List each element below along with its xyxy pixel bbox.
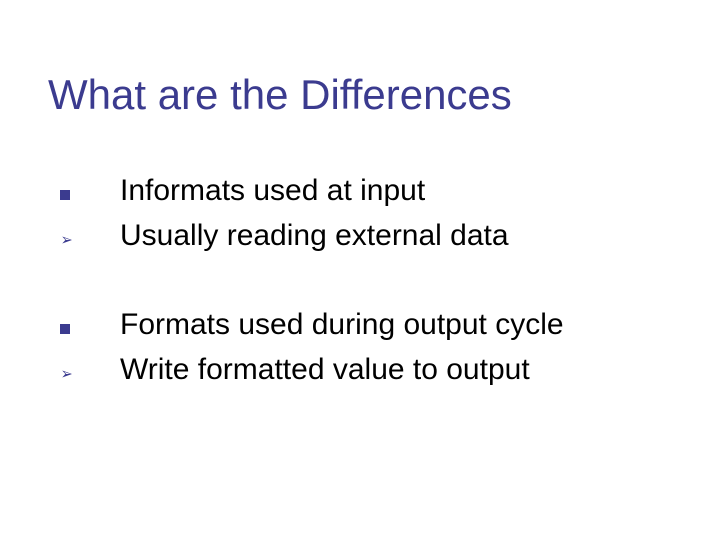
subbullet-row: ➢ Write formatted value to output — [60, 347, 660, 392]
subbullet-text: Usually reading external data — [120, 213, 660, 258]
bullet-text: Formats used during output cycle — [120, 302, 660, 347]
bullet-row: Formats used during output cycle — [60, 302, 660, 347]
triangle-bullet-icon: ➢ — [60, 361, 120, 387]
square-bullet-icon — [60, 318, 120, 334]
spacer — [60, 258, 660, 302]
subbullet-text: Write formatted value to output — [120, 347, 660, 392]
triangle-bullet-icon: ➢ — [60, 227, 120, 253]
bullet-text: Informats used at input — [120, 168, 660, 213]
slide-content: Informats used at input ➢ Usually readin… — [60, 168, 660, 392]
square-bullet-icon — [60, 184, 120, 200]
slide-title: What are the Differences — [48, 72, 512, 118]
slide: What are the Differences Informats used … — [0, 0, 720, 540]
subbullet-row: ➢ Usually reading external data — [60, 213, 660, 258]
bullet-row: Informats used at input — [60, 168, 660, 213]
